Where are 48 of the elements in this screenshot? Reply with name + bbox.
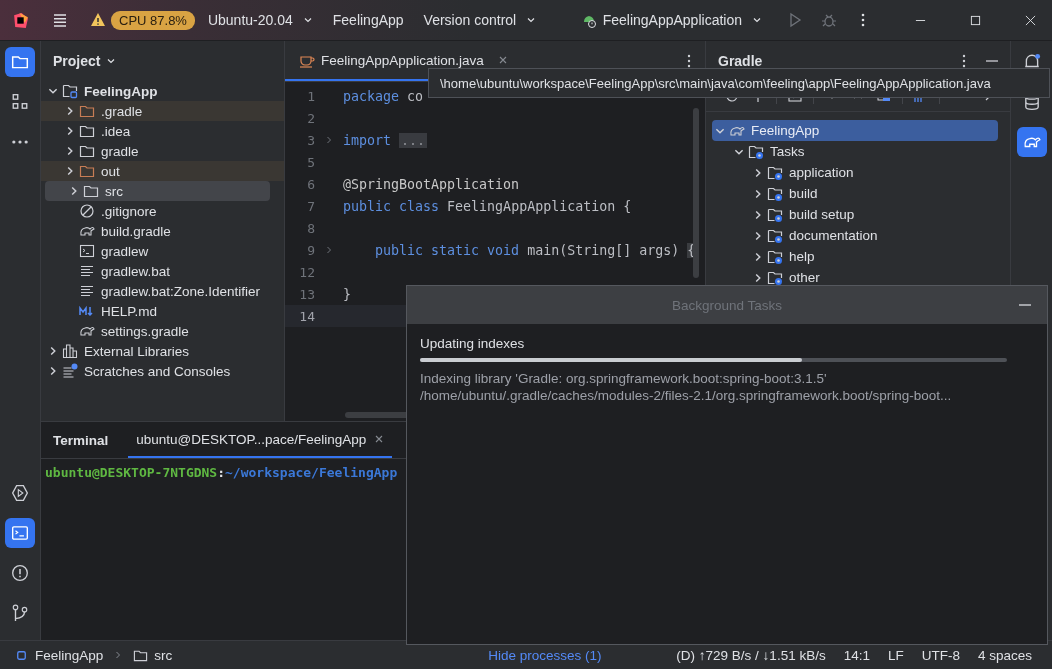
- tree-item-label: src: [105, 183, 123, 199]
- tree-item-label: build.gradle: [101, 223, 171, 239]
- line-number: 2: [306, 110, 315, 126]
- tree-item-label: FeelingApp: [751, 123, 820, 138]
- tree-item-label: FeelingApp: [84, 83, 158, 99]
- line-number: 5: [306, 154, 315, 170]
- tree-item-label: Scratches and Consoles: [84, 363, 231, 379]
- line-number: 7: [306, 198, 315, 214]
- task-detail: /home/ubuntu/.gradle/caches/modules-2/files-2.1/org.springframework.boot/spring-boot...: [420, 387, 953, 404]
- gradle-panel-title: Gradle: [718, 53, 763, 69]
- line-number: 9: [306, 242, 315, 258]
- code-line: }: [343, 286, 351, 302]
- code-line: package co: [343, 88, 424, 104]
- line-number: 8: [306, 220, 315, 236]
- line-number: 12: [298, 264, 315, 280]
- code-line: public class FeelingAppApplication {: [343, 198, 632, 214]
- line-number: 13: [298, 286, 315, 302]
- line-number: 14: [298, 308, 315, 324]
- task-detail: Indexing library 'Gradle: org.springframework.boot:spring-boot:3.1.5': [420, 370, 828, 387]
- terminal-prompt: ubuntu@DESKTOP-7NTGDNS:~/workspace/FeelingApp: [45, 465, 398, 480]
- tree-item-label: out: [101, 163, 120, 179]
- tree-item-label: .gitignore: [101, 203, 157, 219]
- editor-tab-label: FeelingAppApplication.java: [321, 52, 484, 68]
- tree-item-label: help: [789, 249, 815, 264]
- code-line: import ...: [343, 132, 428, 148]
- tree-item-label: build setup: [789, 207, 855, 222]
- tree-item-label: gradlew.bat: [101, 263, 171, 279]
- tree-item-label: build: [789, 186, 818, 201]
- tree-item-label: HELP.md: [101, 303, 158, 319]
- tree-item-label: .gradle: [101, 103, 143, 119]
- tree-item-label: other: [789, 270, 820, 285]
- tree-item-label: settings.gradle: [101, 323, 189, 339]
- code-line: @SpringBootApplication: [343, 176, 520, 192]
- path-tooltip: \home\ubuntu\workspace\FeelingApp\src\main\java\com\feeling\app\FeelingAppApplication.java: [428, 68, 1050, 98]
- terminal-tab-label: ubuntu@DESKTOP...pace/FeelingApp: [136, 431, 367, 447]
- tree-item-label: gradlew.bat:Zone.Identifier: [101, 283, 261, 299]
- tree-item-label: application: [789, 165, 854, 180]
- tree-item-label: Tasks: [770, 144, 805, 159]
- line-number: 3: [306, 132, 315, 148]
- tree-item-label: documentation: [789, 228, 878, 243]
- tree-item-label: External Libraries: [84, 343, 190, 359]
- terminal-panel-title: Terminal: [53, 432, 109, 448]
- tree-item-label: gradle: [101, 143, 139, 159]
- task-name: Updating indexes: [420, 336, 526, 351]
- line-number: 6: [306, 176, 315, 192]
- line-number: 1: [306, 88, 315, 104]
- tree-item-label: .idea: [101, 123, 131, 139]
- tree-item-label: gradlew: [101, 243, 149, 259]
